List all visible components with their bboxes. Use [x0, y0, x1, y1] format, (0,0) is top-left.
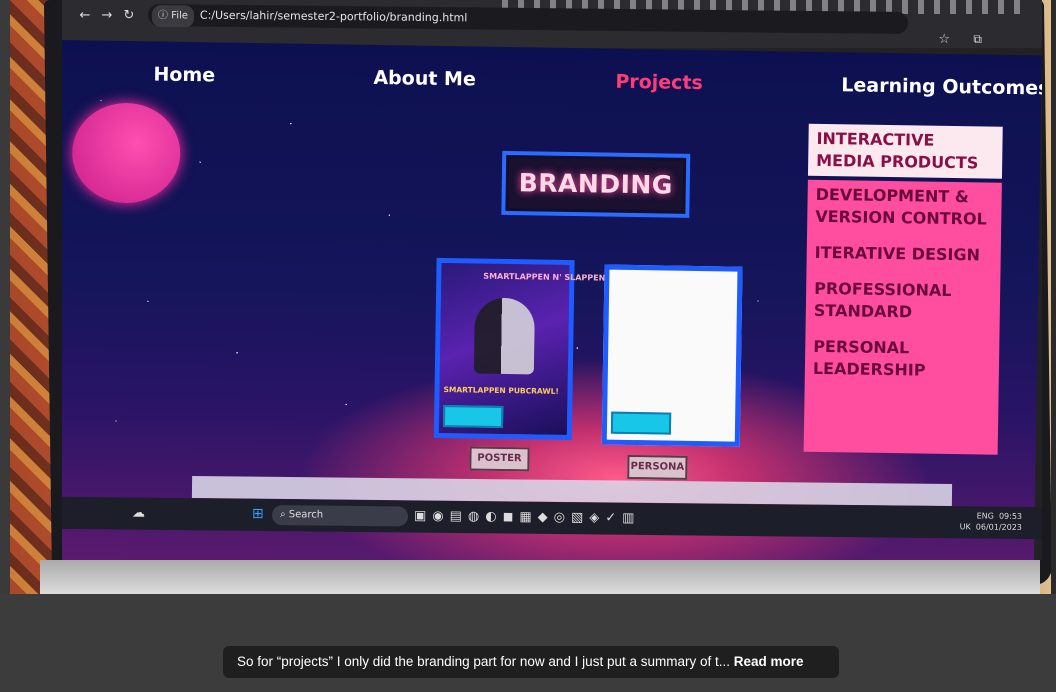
tray-time: 09:53: [998, 511, 1023, 521]
browser-nav-controls: ← → ↻: [74, 8, 140, 23]
tray-lang: ENG: [976, 511, 994, 521]
nav-about-me[interactable]: About Me: [373, 67, 476, 91]
poster-subtitle: SMARTLAPPEN PUBCRAWL!: [443, 385, 559, 396]
file-scheme-pill: ⓘ File: [151, 5, 195, 28]
laptop-base: [40, 560, 1040, 594]
taskbar-app-icons[interactable]: ▣◉▤◍◐◼▦◆◎▧◈✓▥: [414, 509, 641, 526]
learning-outcomes-panel: INTERACTIVE MEDIA PRODUCTS DEVELOPMENT &…: [803, 123, 1003, 455]
nav-home[interactable]: Home: [153, 63, 215, 86]
lo-list: DEVELOPMENT & VERSION CONTROL ITERATIVE …: [803, 179, 1002, 455]
poster-image: [473, 297, 535, 375]
section-title: BRANDING: [501, 150, 691, 218]
lo-item-personal-leadership[interactable]: PERSONAL LEADERSHIP: [813, 336, 992, 383]
read-more-link[interactable]: Read more: [734, 654, 804, 669]
poster-card[interactable]: SMARTLAPPEN N' SLAPPEN SMARTLAPPEN PUBCR…: [433, 257, 605, 441]
forward-arrow-icon[interactable]: →: [96, 8, 118, 23]
url-text: C:/Users/lahir/semester2-portfolio/brand…: [199, 8, 468, 25]
back-arrow-icon[interactable]: ←: [74, 8, 96, 23]
video-caption: So for “projects” I only did the brandin…: [223, 646, 839, 678]
nav-projects[interactable]: Projects: [615, 71, 703, 94]
persona-card[interactable]: [601, 264, 743, 447]
reload-icon[interactable]: ↻: [118, 8, 140, 23]
lo-item-development[interactable]: DEVELOPMENT & VERSION CONTROL: [815, 184, 994, 231]
start-icon[interactable]: ⊞: [252, 506, 264, 522]
weather-icon[interactable]: ☁: [132, 506, 145, 521]
laptop-screen: ← → ↻ ⓘ File C:/Users/lahir/semester2-portf…: [62, 0, 1042, 560]
browser-chrome: ← → ↻ ⓘ File C:/Users/lahir/semester2-portf…: [62, 0, 1042, 48]
taskbar-search[interactable]: ⌕ Search: [271, 505, 409, 527]
system-tray[interactable]: ENG 09:53 UK 06/01/2023: [960, 510, 1023, 533]
extensions-icon[interactable]: ⧉: [973, 32, 982, 47]
tray-date: 06/01/2023: [975, 522, 1022, 532]
photo-frame: ← → ↻ ⓘ File C:/Users/lahir/semester2-portf…: [10, 0, 1051, 594]
persona-click-button[interactable]: [610, 411, 672, 435]
lo-item-professional-standard[interactable]: PROFESSIONAL STANDARD: [814, 278, 993, 325]
persona-label-button[interactable]: PERSONA: [627, 454, 688, 480]
bookmark-star-icon[interactable]: ☆: [938, 32, 950, 47]
tray-region: UK: [959, 522, 971, 532]
nav-learning-outcomes[interactable]: Learning Outcomes: [841, 74, 1042, 99]
caption-text: So for “projects” I only did the brandin…: [237, 654, 730, 669]
url-prefix: File: [171, 10, 188, 22]
right-edge-bar: [1051, 0, 1056, 594]
poster-title: SMARTLAPPEN N' SLAPPEN: [483, 271, 606, 283]
taskbar-search-label: Search: [288, 509, 324, 521]
lo-item-iterative-design[interactable]: ITERATIVE DESIGN: [815, 242, 993, 267]
lo-item-interactive-media[interactable]: INTERACTIVE MEDIA PRODUCTS: [807, 123, 1003, 179]
poster-label-button[interactable]: POSTER: [469, 446, 530, 472]
poster-click-button[interactable]: [442, 405, 504, 428]
